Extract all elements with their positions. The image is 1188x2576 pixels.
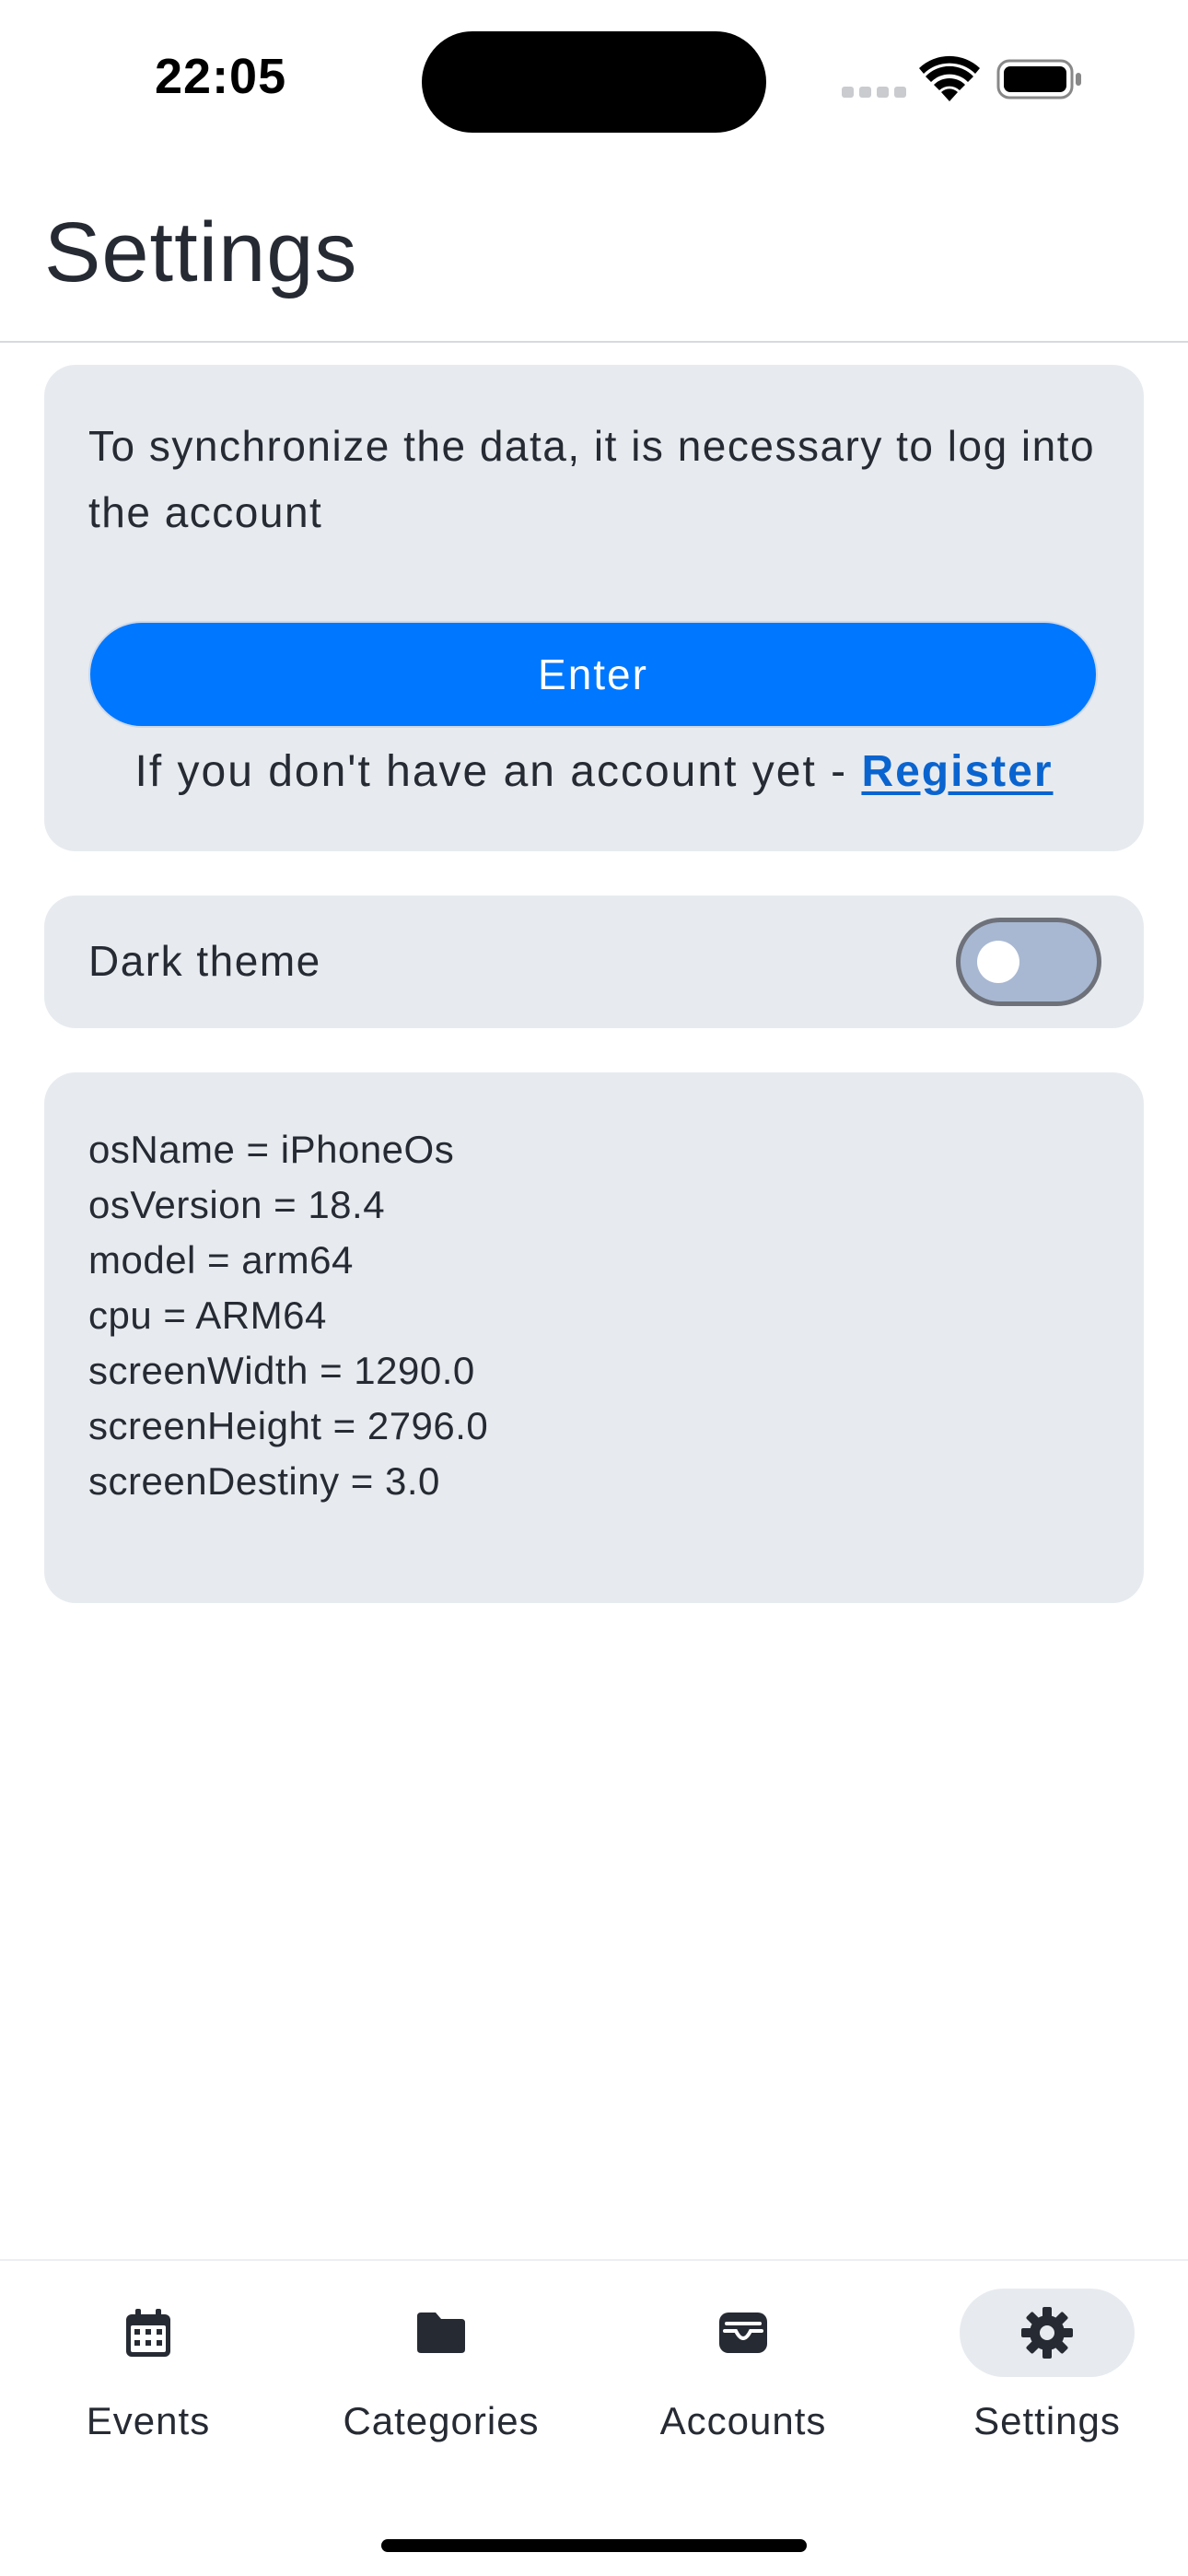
dark-theme-label: Dark theme <box>88 937 321 985</box>
register-link[interactable]: Register <box>861 747 1053 796</box>
folder-icon <box>417 2313 465 2353</box>
bottom-nav: Events Categories Accounts Settings <box>0 2259 1188 2576</box>
device-info-list: osName = iPhoneOs osVersion = 18.4 model… <box>88 1122 488 1509</box>
header-divider <box>0 341 1188 343</box>
dynamic-island <box>422 31 766 133</box>
calendar-icon <box>126 2309 170 2357</box>
device-info-card: osName = iPhoneOs osVersion = 18.4 model… <box>44 1072 1144 1603</box>
home-indicator[interactable] <box>381 2539 807 2552</box>
page-title: Settings <box>44 205 358 299</box>
login-card: To synchronize the data, it is necessary… <box>44 365 1144 851</box>
nav-label: Accounts <box>659 2399 827 2442</box>
nav-label: Categories <box>343 2399 540 2442</box>
nav-pill-active <box>960 2289 1135 2377</box>
sync-message: To synchronize the data, it is necessary… <box>88 422 1096 536</box>
register-row: If you don't have an account yet - Regis… <box>44 746 1144 797</box>
info-line: screenHeight = 2796.0 <box>88 1404 489 1447</box>
nav-pill <box>61 2289 236 2377</box>
nav-pill <box>354 2289 529 2377</box>
battery-icon <box>996 59 1081 100</box>
nav-label: Settings <box>973 2399 1121 2442</box>
nav-item-settings[interactable]: Settings <box>899 2261 1188 2500</box>
info-line: screenDestiny = 3.0 <box>88 1459 440 1503</box>
nav-label: Events <box>86 2399 211 2442</box>
nav-item-events[interactable]: Events <box>0 2261 297 2500</box>
wallet-icon <box>719 2313 767 2353</box>
gear-icon <box>1021 2307 1073 2359</box>
info-line: osName = iPhoneOs <box>88 1128 455 1171</box>
info-line: cpu = ARM64 <box>88 1294 327 1337</box>
dark-theme-toggle[interactable] <box>956 918 1101 1006</box>
enter-button[interactable]: Enter <box>88 621 1098 728</box>
register-prompt: If you don't have an account yet - <box>134 747 862 796</box>
toggle-knob <box>977 941 1019 983</box>
status-time: 22:05 <box>155 49 287 104</box>
cellular-icon <box>842 87 906 98</box>
wifi-icon <box>919 55 980 101</box>
info-line: screenWidth = 1290.0 <box>88 1349 475 1392</box>
status-bar: 22:05 <box>0 0 1188 157</box>
nav-item-accounts[interactable]: Accounts <box>595 2261 891 2500</box>
info-line: model = arm64 <box>88 1238 354 1282</box>
info-line: osVersion = 18.4 <box>88 1183 386 1226</box>
theme-card: Dark theme <box>44 896 1144 1028</box>
nav-pill <box>656 2289 831 2377</box>
settings-screen: 22:05 Settings To synchronize the data, … <box>0 0 1188 2576</box>
nav-item-categories[interactable]: Categories <box>293 2261 589 2500</box>
